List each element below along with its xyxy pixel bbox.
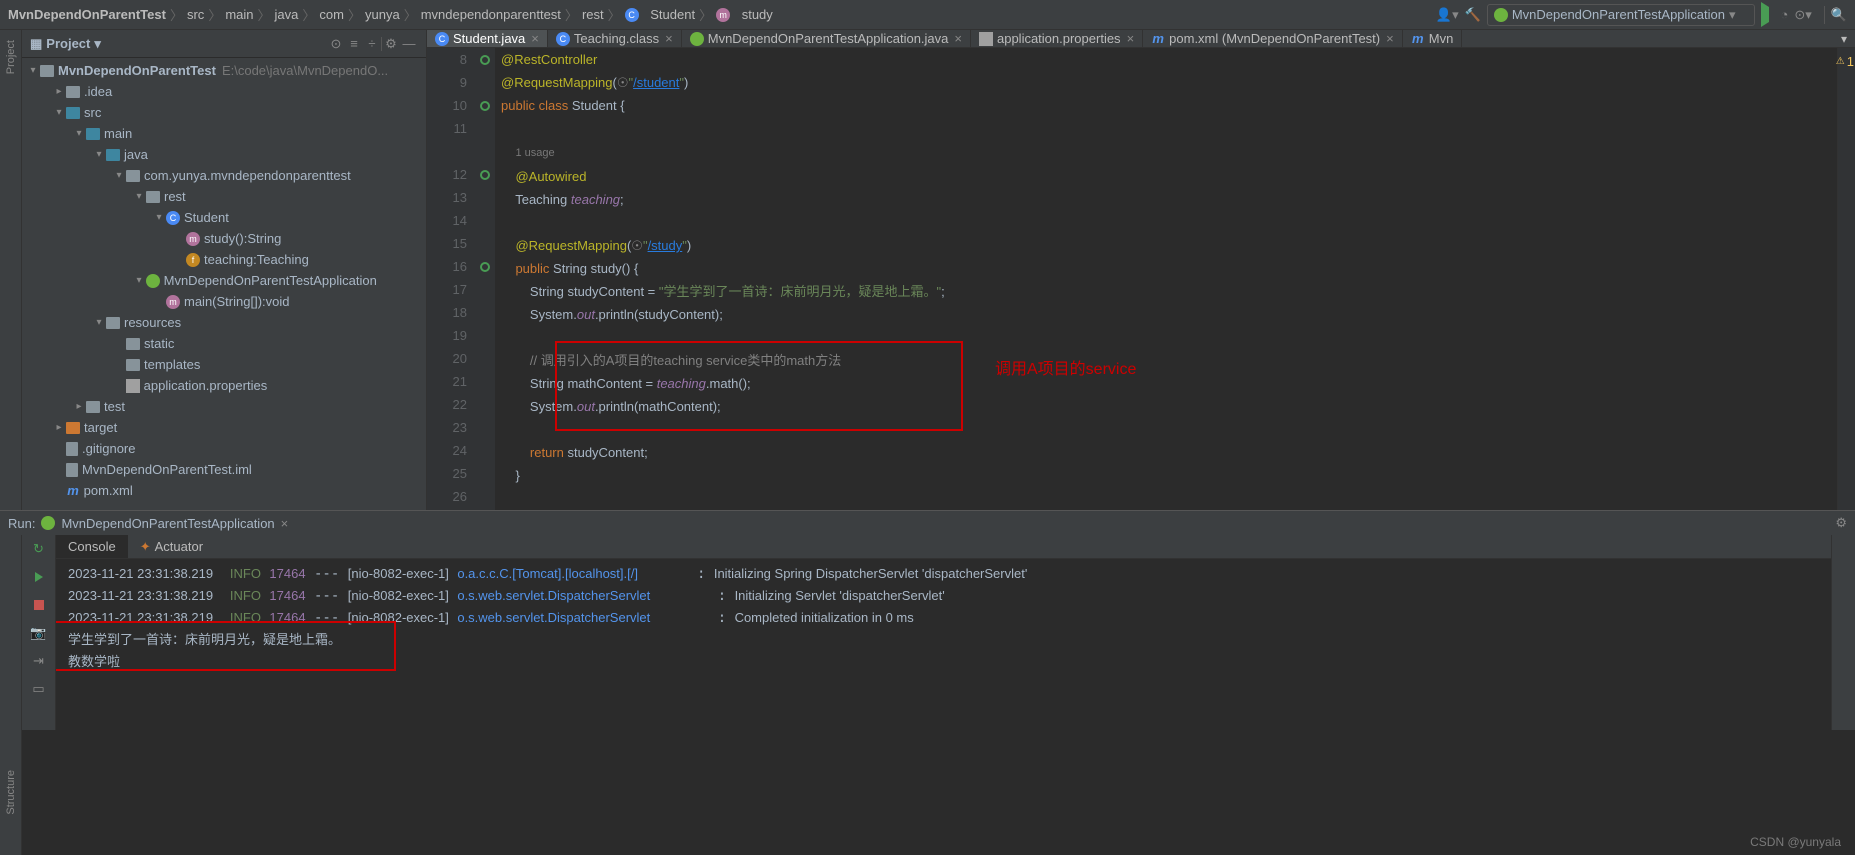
tree-file[interactable]: MvnDependOnParentTest.iml [22, 459, 426, 480]
run-label: Run: [8, 516, 35, 531]
run-button[interactable] [1761, 7, 1769, 22]
hide-icon[interactable]: — [400, 35, 418, 53]
run-marker-icon[interactable] [480, 55, 490, 65]
warnings-indicator[interactable]: ⚠1 [1836, 50, 1854, 73]
tree-package[interactable]: ▾com.yunya.mvndependonparenttest [22, 165, 426, 186]
structure-tool-button[interactable]: Structure [5, 770, 17, 815]
collapse-icon[interactable]: ÷ [363, 35, 381, 53]
tree-class[interactable]: ▾ MvnDependOnParentTestApplication [22, 270, 426, 291]
run-config-label: MvnDependOnParentTestApplication [1512, 7, 1725, 22]
left-tool-stripe-bottom: Structure [0, 540, 22, 855]
console-tab[interactable]: Console [56, 535, 128, 558]
breadcrumb-item[interactable]: C Student [625, 7, 695, 22]
tree-root[interactable]: ▾MvnDependOnParentTestE:\code\java\MvnDe… [22, 60, 426, 81]
actuator-tab[interactable]: ✦Actuator [128, 535, 215, 558]
panel-title: ▦ Project ▾ [30, 36, 101, 52]
run-marker-icon[interactable] [480, 170, 490, 180]
close-icon[interactable]: × [954, 31, 962, 46]
editor-tab[interactable]: mpom.xml (MvnDependOnParentTest)× [1143, 30, 1403, 47]
left-tool-stripe: Project [0, 30, 22, 510]
right-stripe [1831, 535, 1855, 730]
tree-folder[interactable]: ▾resources [22, 312, 426, 333]
breadcrumb-item[interactable]: com [319, 7, 344, 22]
close-icon[interactable]: × [665, 31, 673, 46]
project-tree[interactable]: ▾MvnDependOnParentTestE:\code\java\MvnDe… [22, 58, 426, 510]
user-icon[interactable]: 👤▾ [1436, 7, 1459, 23]
tree-folder[interactable]: static [22, 333, 426, 354]
tree-folder[interactable]: ▸.idea [22, 81, 426, 102]
dump-button[interactable]: 📷 [29, 623, 49, 643]
tree-file[interactable]: .gitignore [22, 438, 426, 459]
navigation-bar: MvnDependOnParentTest〉 src〉 main〉 java〉 … [0, 0, 1855, 30]
tree-method[interactable]: mmain(String[]):void [22, 291, 426, 312]
tree-package[interactable]: ▾rest [22, 186, 426, 207]
tree-field[interactable]: fteaching:Teaching [22, 249, 426, 270]
breadcrumb-item[interactable]: rest [582, 7, 604, 22]
run-toolbar: ↻ 📷 ⇥ ▭ [22, 535, 56, 730]
project-panel: ▦ Project ▾ ⊙ ≡ ÷ ⚙ — ▾MvnDependOnParent… [22, 30, 427, 510]
breadcrumb-item[interactable]: main [225, 7, 253, 22]
run-marker-icon[interactable] [480, 262, 490, 272]
tree-class[interactable]: ▾CStudent [22, 207, 426, 228]
search-button[interactable]: 🔍 [1831, 7, 1847, 23]
tree-folder[interactable]: templates [22, 354, 426, 375]
code-body[interactable]: @RestController @RequestMapping(☉"/stude… [495, 48, 1837, 510]
editor-right-gutter: ⚠1 [1837, 48, 1855, 510]
breadcrumb-item[interactable]: src [187, 7, 204, 22]
editor-tab[interactable]: MvnDependOnParentTestApplication.java× [682, 30, 971, 47]
tree-file[interactable]: m pom.xml [22, 480, 426, 501]
spring-icon [1494, 8, 1508, 22]
run-config-selector[interactable]: MvnDependOnParentTestApplication ▾ [1487, 4, 1755, 26]
build-icon[interactable]: 🔨 [1465, 7, 1481, 23]
tree-folder[interactable]: ▸target [22, 417, 426, 438]
run-marker-icon[interactable] [480, 101, 490, 111]
stop-button[interactable] [29, 595, 49, 615]
editor-tab[interactable]: CTeaching.class× [548, 30, 682, 47]
run-tabs: Console ✦Actuator [56, 535, 1831, 559]
line-gutter: 891011121314151617181920212223242526 [427, 48, 475, 510]
profile-button[interactable]: ⊙▾ [1794, 7, 1811, 23]
tree-folder[interactable]: ▾src [22, 102, 426, 123]
spring-icon [41, 516, 55, 530]
editor-tabs: CStudent.java× CTeaching.class× MvnDepen… [427, 30, 1855, 48]
gutter-icons [475, 48, 495, 510]
expand-all-icon[interactable]: ≡ [345, 35, 363, 53]
editor-tab[interactable]: CStudent.java× [427, 30, 548, 47]
run-title: MvnDependOnParentTestApplication [61, 516, 274, 531]
tree-method[interactable]: mstudy():String [22, 228, 426, 249]
close-icon[interactable]: × [531, 31, 539, 46]
layout-button[interactable]: ▭ [29, 679, 49, 699]
tree-file[interactable]: application.properties [22, 375, 426, 396]
breadcrumb-item[interactable]: yunya [365, 7, 400, 22]
close-icon[interactable]: × [1386, 31, 1394, 46]
tree-folder[interactable]: ▾main [22, 123, 426, 144]
editor-tab[interactable]: mMvn [1403, 30, 1463, 47]
tree-folder[interactable]: ▸test [22, 396, 426, 417]
settings-icon[interactable]: ⚙ [382, 35, 400, 53]
rerun-button[interactable]: ↻ [29, 539, 49, 559]
run-tool-window: Run: MvnDependOnParentTestApplication × … [0, 510, 1855, 730]
annotation-text: 调用A项目的service [995, 358, 1136, 381]
project-tool-button[interactable]: Project [5, 40, 17, 74]
close-icon[interactable]: × [1127, 31, 1135, 46]
breadcrumb-item[interactable]: mvndependonparenttest [421, 7, 561, 22]
editor-tab[interactable]: application.properties× [971, 30, 1143, 47]
code-editor[interactable]: 891011121314151617181920212223242526 @Re… [427, 48, 1855, 510]
close-icon[interactable]: × [281, 516, 289, 531]
tab-overflow-icon[interactable]: ▾ [1833, 30, 1855, 47]
breadcrumb-item[interactable]: MvnDependOnParentTest [8, 7, 166, 22]
exit-button[interactable]: ⇥ [29, 651, 49, 671]
watermark: CSDN @yunyala [1750, 835, 1841, 849]
tree-folder[interactable]: ▾java [22, 144, 426, 165]
console-output[interactable]: 2023-11-21 23:31:38.219 INFO 17464 --- [… [56, 559, 1831, 730]
breadcrumb-item[interactable]: m study [716, 7, 773, 22]
settings-icon[interactable]: ⚙ [1835, 515, 1847, 531]
breadcrumb[interactable]: MvnDependOnParentTest〉 src〉 main〉 java〉 … [0, 5, 1436, 24]
breadcrumb-item[interactable]: java [275, 7, 299, 22]
run-button[interactable] [29, 567, 49, 587]
coverage-button[interactable]: ◔ [1781, 7, 1789, 22]
editor-area: CStudent.java× CTeaching.class× MvnDepen… [427, 30, 1855, 510]
select-opened-icon[interactable]: ⊙ [327, 35, 345, 53]
